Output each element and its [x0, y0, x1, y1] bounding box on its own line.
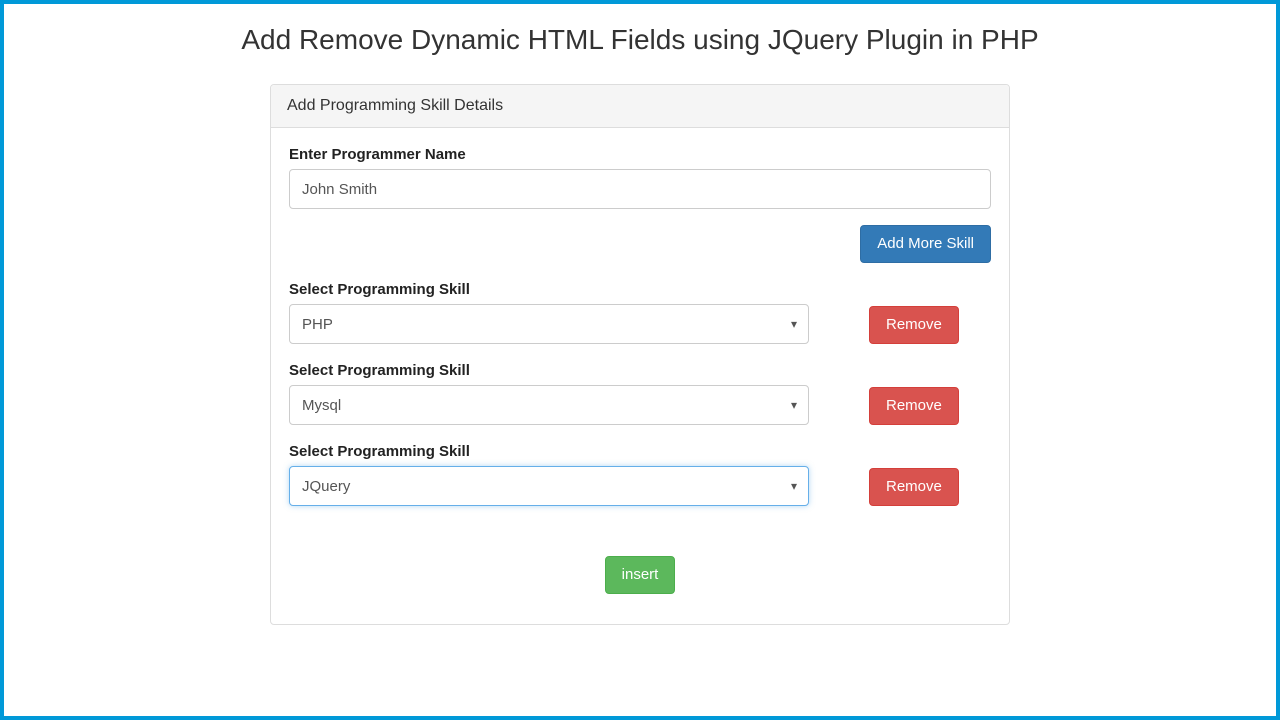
skill-label: Select Programming Skill [289, 362, 809, 379]
page-title: Add Remove Dynamic HTML Fields using JQu… [4, 24, 1276, 56]
skill-col-right: Remove [869, 306, 959, 344]
submit-row: insert [289, 556, 991, 594]
skill-row: Select Programming Skill Mysql Remove [289, 362, 991, 425]
programmer-name-group: Enter Programmer Name [289, 146, 991, 209]
panel-body: Enter Programmer Name Add More Skill Sel… [271, 128, 1009, 624]
skill-row: Select Programming Skill JQuery Remove [289, 443, 991, 506]
skill-select[interactable]: PHP [289, 304, 809, 344]
skill-select-wrap: JQuery [289, 466, 809, 506]
add-more-row: Add More Skill [289, 225, 991, 263]
programmer-name-label: Enter Programmer Name [289, 146, 991, 163]
skill-col-left: Select Programming Skill PHP [289, 281, 809, 344]
skill-label: Select Programming Skill [289, 443, 809, 460]
skill-select-wrap: PHP [289, 304, 809, 344]
skill-select-wrap: Mysql [289, 385, 809, 425]
skills-container: Select Programming SkillPHPRemoveSelect … [289, 281, 991, 506]
panel-heading: Add Programming Skill Details [271, 85, 1009, 128]
skill-select[interactable]: JQuery [289, 466, 809, 506]
programmer-name-input[interactable] [289, 169, 991, 209]
skill-label: Select Programming Skill [289, 281, 809, 298]
insert-button[interactable]: insert [605, 556, 676, 594]
skill-select[interactable]: Mysql [289, 385, 809, 425]
app-frame: Add Remove Dynamic HTML Fields using JQu… [0, 0, 1280, 720]
add-more-skill-button[interactable]: Add More Skill [860, 225, 991, 263]
remove-skill-button[interactable]: Remove [869, 306, 959, 344]
skill-col-left: Select Programming Skill Mysql [289, 362, 809, 425]
skill-row: Select Programming Skill PHP Remove [289, 281, 991, 344]
skill-col-left: Select Programming Skill JQuery [289, 443, 809, 506]
skill-panel: Add Programming Skill Details Enter Prog… [270, 84, 1010, 625]
remove-skill-button[interactable]: Remove [869, 468, 959, 506]
skill-col-right: Remove [869, 468, 959, 506]
remove-skill-button[interactable]: Remove [869, 387, 959, 425]
skill-col-right: Remove [869, 387, 959, 425]
